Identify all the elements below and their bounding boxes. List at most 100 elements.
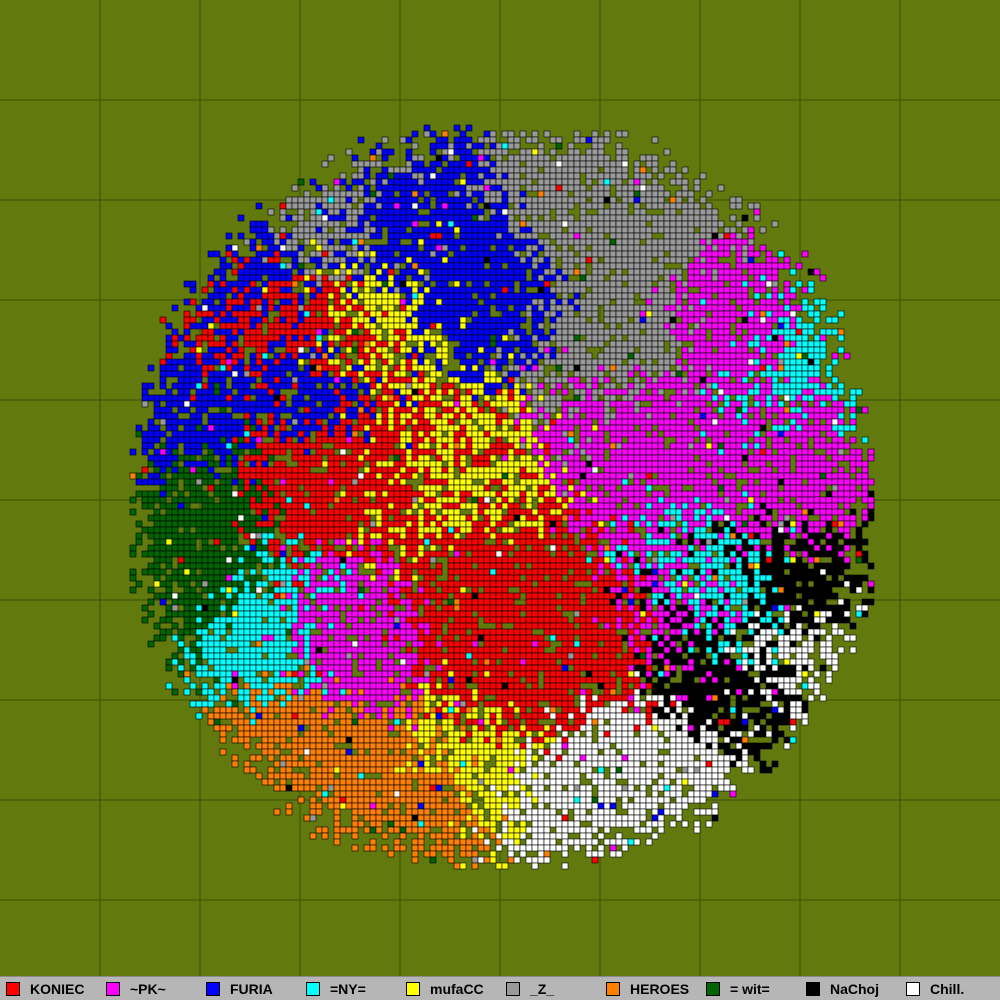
village-tile <box>843 442 851 450</box>
village-tile <box>615 376 623 384</box>
village-tile <box>579 190 587 198</box>
village-tile <box>573 406 581 414</box>
village-tile <box>789 388 797 396</box>
village-tile <box>141 430 149 438</box>
village-tile <box>807 460 815 468</box>
village-tile <box>549 202 557 210</box>
village-tile <box>795 484 803 492</box>
village-tile <box>723 400 731 408</box>
village-tile <box>747 280 755 288</box>
village-tile <box>285 196 293 204</box>
village-tile <box>369 298 377 306</box>
village-tile <box>489 214 497 222</box>
village-tile <box>399 460 407 468</box>
village-tile <box>657 388 665 396</box>
village-tile <box>591 172 599 180</box>
village-tile <box>357 190 365 198</box>
village-tile <box>273 262 281 270</box>
village-tile <box>657 460 665 468</box>
village-tile <box>645 268 653 276</box>
village-tile <box>273 334 281 342</box>
village-tile <box>801 304 809 312</box>
village-tile <box>333 208 341 216</box>
village-tile <box>765 352 773 360</box>
village-tile <box>393 334 401 342</box>
village-tile <box>279 376 287 384</box>
village-tile <box>573 484 581 492</box>
village-tile <box>219 352 227 360</box>
village-tile <box>651 382 659 390</box>
village-tile <box>687 202 695 210</box>
village-tile <box>423 304 431 312</box>
village-tile <box>759 424 767 432</box>
village-tile <box>657 436 665 444</box>
village-tile <box>699 310 707 318</box>
village-tile <box>255 262 263 270</box>
village-tile <box>303 238 311 246</box>
village-tile <box>651 376 659 384</box>
village-tile <box>783 256 791 264</box>
village-tile <box>777 418 785 426</box>
village-tile <box>693 220 701 228</box>
village-tile <box>159 466 167 474</box>
village-tile <box>327 334 335 342</box>
village-tile <box>591 424 599 432</box>
village-tile <box>225 478 233 486</box>
village-tile <box>597 424 605 432</box>
village-tile <box>351 394 359 402</box>
village-tile <box>465 232 473 240</box>
village-tile <box>639 292 647 300</box>
village-tile <box>627 424 635 432</box>
village-tile <box>321 232 329 240</box>
village-tile <box>369 364 377 372</box>
village-tile <box>153 394 161 402</box>
village-tile <box>189 424 197 432</box>
village-tile <box>723 226 731 234</box>
village-tile <box>327 448 335 456</box>
village-tile <box>237 466 245 474</box>
village-tile <box>615 328 623 336</box>
village-tile <box>351 454 359 462</box>
village-tile <box>435 226 443 234</box>
village-tile <box>417 268 425 276</box>
village-tile <box>321 424 329 432</box>
village-tile <box>435 196 443 204</box>
village-tile <box>849 412 857 420</box>
village-tile <box>747 430 755 438</box>
village-tile <box>315 448 323 456</box>
village-tile <box>393 166 401 174</box>
village-tile <box>591 466 599 474</box>
village-tile <box>363 220 371 228</box>
village-tile <box>591 148 599 156</box>
village-tile <box>603 184 611 192</box>
village-tile <box>795 460 803 468</box>
village-tile <box>789 322 797 330</box>
village-tile <box>417 484 425 492</box>
village-tile <box>291 280 299 288</box>
village-tile <box>621 130 629 138</box>
village-tile <box>477 352 485 360</box>
village-tile <box>753 358 761 366</box>
village-tile <box>399 178 407 186</box>
village-tile <box>837 472 845 480</box>
village-tile <box>363 202 371 210</box>
village-tile <box>261 430 269 438</box>
village-tile <box>549 178 557 186</box>
village-tile <box>285 304 293 312</box>
village-tile <box>261 478 269 486</box>
village-tile <box>735 448 743 456</box>
village-tile <box>555 412 563 420</box>
village-tile <box>261 448 269 456</box>
village-tile <box>369 418 377 426</box>
village-tile <box>501 184 509 192</box>
village-tile <box>171 448 179 456</box>
village-tile <box>441 190 449 198</box>
village-tile <box>369 274 377 282</box>
village-tile <box>279 466 287 474</box>
village-tile <box>201 382 209 390</box>
territory-map[interactable] <box>0 0 1000 976</box>
village-tile <box>531 412 539 420</box>
village-tile <box>447 142 455 150</box>
village-tile <box>405 202 413 210</box>
village-tile <box>417 226 425 234</box>
